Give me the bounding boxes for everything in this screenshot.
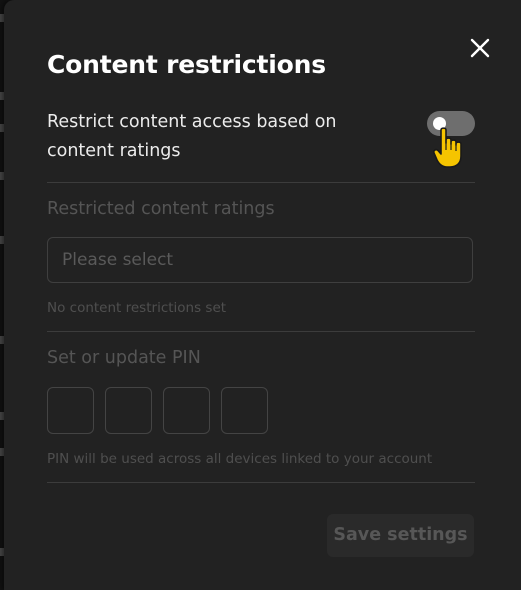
content-restrictions-dialog: Content restrictions Restrict content ac…: [4, 0, 521, 590]
save-settings-button[interactable]: Save settings: [327, 514, 474, 557]
pin-helper-text: PIN will be used across all devices link…: [47, 451, 433, 467]
pin-digit-2[interactable]: [105, 387, 152, 434]
divider: [47, 482, 475, 483]
pin-digit-3[interactable]: [163, 387, 210, 434]
close-button[interactable]: [467, 35, 493, 61]
pin-heading: Set or update PIN: [47, 348, 201, 368]
restrict-toggle-label: Restrict content access based on content…: [47, 112, 337, 161]
ratings-helper-text: No content restrictions set: [47, 300, 227, 316]
divider: [47, 182, 475, 183]
hand-pointer-icon: [432, 126, 468, 170]
ratings-heading: Restricted content ratings: [47, 199, 275, 219]
content-ratings-select[interactable]: Please select: [47, 237, 473, 283]
divider: [47, 331, 475, 332]
close-icon: [470, 38, 490, 58]
dialog-title: Content restrictions: [47, 50, 326, 79]
pin-digit-4[interactable]: [221, 387, 268, 434]
pin-digit-1[interactable]: [47, 387, 94, 434]
